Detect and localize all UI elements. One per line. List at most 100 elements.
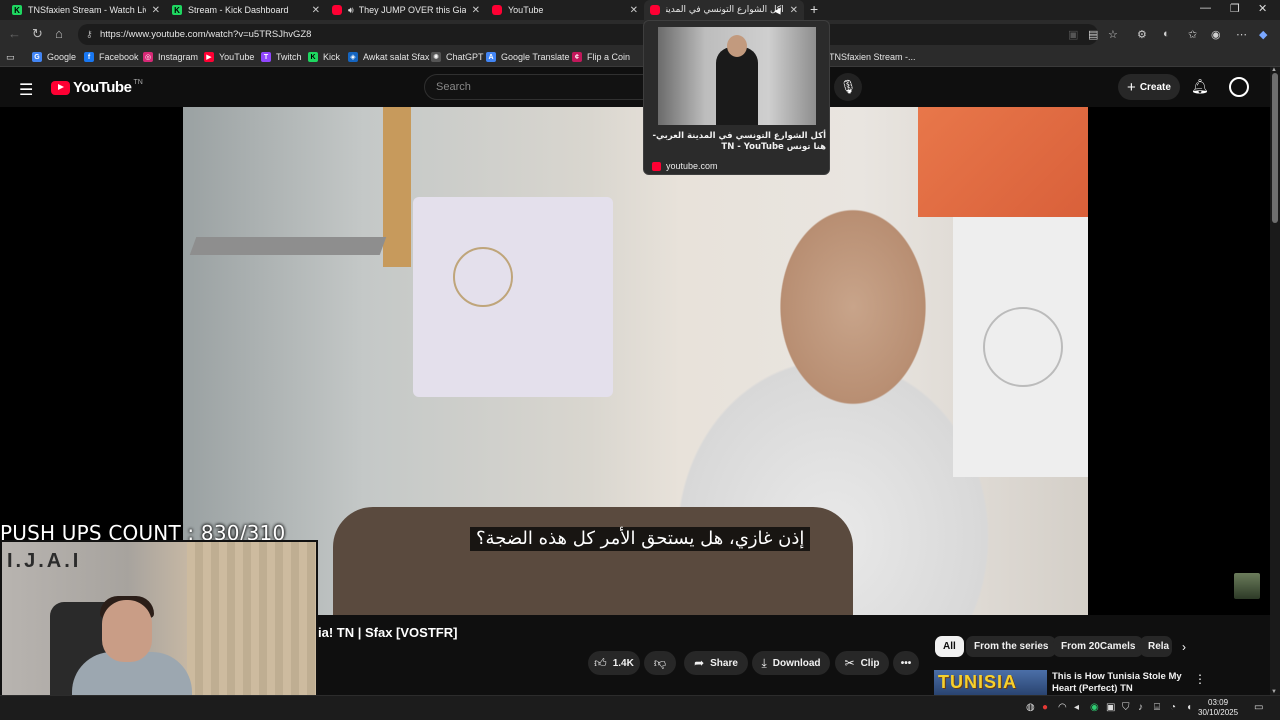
chip-all[interactable]: All (935, 636, 964, 657)
download-icon: ⤓ (761, 655, 767, 670)
tray-chevron-icon[interactable]: ◂ (1074, 702, 1079, 713)
clip-button[interactable]: ✂ Clip (835, 651, 889, 675)
dislike-button[interactable]: 👎︎ (644, 651, 676, 675)
back-arrow-icon[interactable]: ← (8, 26, 21, 41)
close-icon[interactable]: ✕ (790, 5, 798, 16)
bookmark-label: Flip a Coin (587, 52, 631, 62)
close-icon[interactable]: ✕ (152, 5, 160, 16)
restore-button[interactable]: ❐ (1230, 2, 1240, 15)
bookmark-label: Twitch (276, 52, 302, 62)
tab-youtube-home[interactable]: YouTube ✕ (486, 0, 644, 20)
profile-icon[interactable]: ◉ (1211, 28, 1221, 41)
notification-center-icon[interactable]: ▭ (1254, 702, 1263, 713)
youtube-logo[interactable]: YouTube TN (51, 79, 143, 96)
preview-title: أكل الشوارع التونسي في المدينة العربي-هن… (652, 131, 827, 152)
bookmark-instagram[interactable]: ◎ Instagram (143, 52, 198, 62)
record-icon[interactable]: ● (1042, 702, 1048, 713)
bookmark-label: ChatGPT (446, 52, 484, 62)
bookmark-facebook[interactable]: f Facebook (84, 52, 139, 62)
shield-icon[interactable]: ⛉ (1122, 702, 1130, 713)
download-button[interactable]: ⤓ Download (752, 651, 830, 675)
download-label: Download (772, 657, 821, 669)
microphone-icon[interactable]: ♪ (1138, 702, 1143, 713)
chevron-right-icon[interactable]: › (1182, 640, 1186, 654)
copilot-icon[interactable]: ◆ (1259, 28, 1267, 41)
system-clock[interactable]: 03:09 30/10/2025 (1198, 698, 1238, 718)
recommendation-thumbnail[interactable]: TUNISIA (934, 670, 1047, 695)
channel-watermark[interactable] (1234, 573, 1260, 599)
voice-search-mic-icon[interactable]: 🎙︎ (834, 73, 862, 101)
more-actions-button[interactable]: ••• (893, 651, 919, 675)
chip-from-series[interactable]: From the series (966, 636, 1057, 657)
video-title: ia! TN | Sfax [VOSTFR] (318, 625, 458, 640)
bookmark-chatgpt[interactable]: ✺ ChatGPT (431, 52, 484, 62)
favorites-icon[interactable]: ✩ (1188, 28, 1197, 41)
tab-kick-stream[interactable]: K TNSfaxien Stream - Watch Live on ✕ (6, 0, 166, 20)
split-screen-icon[interactable]: ◐ (1163, 28, 1170, 40)
app-available-icon[interactable]: ▣ (1068, 28, 1078, 41)
like-button[interactable]: 👍︎ 1.4K (588, 651, 640, 675)
notifications-bell-icon[interactable]: 🔔︎ (1191, 78, 1209, 95)
bookmark-tnsfaxien[interactable]: TNSfaxien Stream -... (829, 52, 916, 62)
close-icon[interactable]: ✕ (472, 5, 480, 16)
network-icon[interactable]: ⌸ (1154, 702, 1160, 713)
translate-icon: A (486, 52, 496, 62)
address-bar[interactable]: ⚷ https://www.youtube.com/watch?v=u5TRSJ… (78, 24, 1098, 45)
headset-icon[interactable]: ◠ (1058, 702, 1067, 713)
site-info-icon[interactable]: ⚷ (86, 24, 93, 45)
chip-related[interactable]: Rela (1140, 636, 1172, 657)
reload-icon[interactable]: ↻ (32, 26, 43, 42)
preview-person-head (727, 35, 747, 57)
bookmark-label: Instagram (158, 52, 199, 62)
tab-kick-dashboard[interactable]: K Stream - Kick Dashboard ✕ (166, 0, 326, 20)
tab-youtube-video-audio[interactable]: 🔊︎ They JUMP OVER this Giant T ✕ (326, 0, 486, 20)
mosque-icon: ◈ (348, 52, 358, 62)
recommendation-title[interactable]: This is How Tunisia Stole My Heart (Perf… (1052, 671, 1182, 695)
window-close-button[interactable]: ✕ (1258, 2, 1267, 15)
bookmark-google[interactable]: G Google (32, 52, 76, 62)
thumbs-up-icon: 👍︎ (594, 655, 607, 670)
chip-from-channel[interactable]: From 20Camels (1053, 636, 1144, 657)
google-icon: G (32, 52, 42, 62)
volume-icon[interactable]: ◖ (1186, 702, 1192, 713)
bookmark-flip-a-coin[interactable]: ¢ Flip a Coin (572, 52, 630, 62)
bookmark-awkat-salat[interactable]: ◈ Awkat salat Sfax (348, 52, 429, 62)
home-icon[interactable]: ⌂ (55, 26, 63, 41)
new-tab-button[interactable]: + (810, 1, 818, 17)
bookmarks-bar: ▭ G Google f Facebook ◎ Instagram ▶ YouTube … (0, 49, 1280, 67)
share-button[interactable]: ➦ Share (684, 651, 748, 675)
create-label: Create (1139, 81, 1171, 93)
create-button[interactable]: + Create (1118, 74, 1180, 100)
facebook-icon: f (84, 52, 94, 62)
extensions-icon[interactable]: ⚙ (1137, 28, 1147, 41)
instagram-icon: ◎ (143, 52, 153, 62)
tab-title: أكل الشوارع التونسي في المدينة ال (666, 5, 784, 15)
tray-app-icon[interactable]: ▣ (1106, 702, 1115, 713)
bookmark-youtube[interactable]: ▶ YouTube (204, 52, 254, 62)
minimize-button[interactable]: — (1200, 2, 1211, 14)
bookmark-google-translate[interactable]: A Google Translate (486, 52, 570, 62)
bookmarks-toggle-icon[interactable]: ▭ (6, 52, 15, 63)
clock-date: 30/10/2025 (1198, 708, 1239, 717)
close-icon[interactable]: ✕ (630, 5, 638, 16)
page-scrollbar[interactable]: ▲ ▼ (1270, 67, 1280, 695)
preview-domain: youtube.com (652, 161, 718, 171)
more-vertical-icon[interactable]: ⋮ (1194, 672, 1206, 686)
tray-app-icon[interactable]: ◍ (1026, 702, 1035, 713)
menu-hamburger-icon[interactable]: ☰ (19, 80, 33, 100)
more-menu-icon[interactable]: ⋯ (1236, 28, 1247, 41)
clip-label: Clip (860, 657, 880, 669)
account-avatar[interactable] (1229, 77, 1249, 97)
speaker-icon[interactable]: 🔊︎ (348, 5, 354, 16)
reader-view-icon[interactable]: ▤ (1088, 28, 1098, 41)
youtube-header: ☰ YouTube TN Search 🎙︎ + Create 🔔︎ (0, 67, 1270, 107)
youtube-icon (652, 161, 661, 171)
close-icon[interactable]: ✕ (312, 5, 320, 16)
favorite-star-icon[interactable]: ☆ (1108, 28, 1118, 41)
tray-app-icon[interactable]: ◉ (1090, 702, 1099, 713)
bookmark-kick[interactable]: K Kick (308, 52, 340, 62)
scrollbar-thumb[interactable] (1272, 73, 1278, 223)
kick-icon: K (12, 5, 22, 15)
wifi-icon[interactable]: ◔ (1170, 702, 1176, 713)
bookmark-twitch[interactable]: T Twitch (261, 52, 302, 62)
